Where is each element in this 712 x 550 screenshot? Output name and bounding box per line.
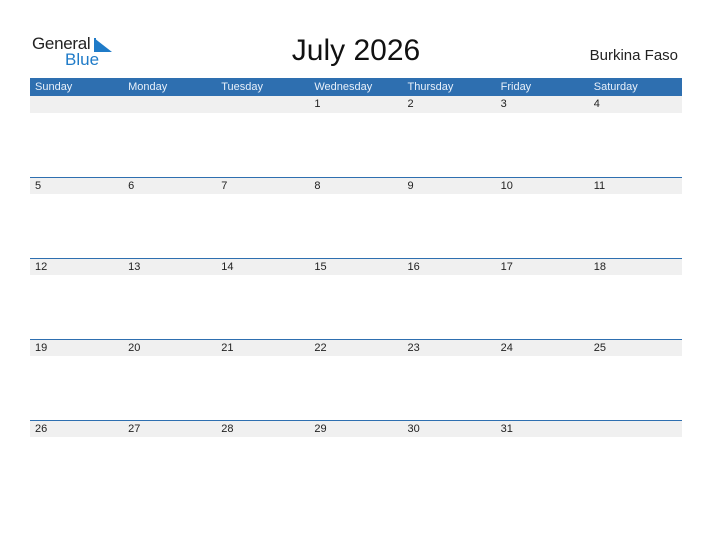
day-cell: 21 bbox=[221, 342, 234, 354]
day-cell: 19 bbox=[35, 342, 48, 354]
day-cell: 16 bbox=[407, 261, 420, 273]
week-row: 1 2 3 4 bbox=[30, 96, 682, 177]
day-cell: 2 bbox=[407, 98, 414, 110]
day-cell: 6 bbox=[128, 180, 135, 192]
day-cell: 30 bbox=[407, 423, 420, 435]
day-cell: 7 bbox=[221, 180, 228, 192]
day-cell: 11 bbox=[593, 180, 606, 192]
day-cell: 17 bbox=[500, 261, 513, 273]
day-cell: 1 bbox=[314, 98, 321, 110]
weekday-tuesday: Tuesday bbox=[221, 81, 264, 93]
day-cell: 31 bbox=[500, 423, 513, 435]
day-cell: 14 bbox=[221, 261, 234, 273]
weekday-thursday: Thursday bbox=[407, 81, 454, 93]
date-strip: 5 6 7 8 9 10 11 bbox=[30, 178, 682, 194]
date-strip: 12 13 14 15 16 17 18 bbox=[30, 259, 682, 275]
day-cell: 23 bbox=[407, 342, 420, 354]
day-cell: 15 bbox=[314, 261, 327, 273]
day-cell bbox=[123, 96, 216, 113]
day-cell: 13 bbox=[128, 261, 141, 273]
day-cell: 27 bbox=[128, 423, 141, 435]
day-cell: 12 bbox=[35, 261, 48, 273]
day-cell: 25 bbox=[593, 342, 606, 354]
weekday-saturday: Saturday bbox=[593, 81, 638, 93]
week-row: 26 27 28 29 30 31 bbox=[30, 420, 682, 501]
calendar-grid: Sunday Monday Tuesday Wednesday Thursday… bbox=[30, 78, 682, 501]
day-cell: 9 bbox=[407, 180, 414, 192]
day-cell bbox=[589, 421, 682, 437]
day-cell: 8 bbox=[314, 180, 321, 192]
weekday-friday: Friday bbox=[500, 81, 532, 93]
weekday-monday: Monday bbox=[128, 81, 168, 93]
week-row: 12 13 14 15 16 17 18 bbox=[30, 258, 682, 339]
day-cell: 10 bbox=[500, 180, 513, 192]
day-cell: 4 bbox=[593, 98, 600, 110]
week-row: 5 6 7 8 9 10 11 bbox=[30, 177, 682, 258]
weekday-sunday: Sunday bbox=[35, 81, 73, 93]
weekday-wednesday: Wednesday bbox=[314, 81, 373, 93]
week-row: 19 20 21 22 23 24 25 bbox=[30, 339, 682, 420]
date-strip: 19 20 21 22 23 24 25 bbox=[30, 340, 682, 356]
date-strip: 26 27 28 29 30 31 bbox=[30, 421, 682, 437]
day-cell: 3 bbox=[500, 98, 507, 110]
day-cell: 18 bbox=[593, 261, 606, 273]
day-cell bbox=[216, 96, 309, 113]
date-strip: 1 2 3 4 bbox=[30, 96, 682, 113]
day-cell: 5 bbox=[35, 180, 42, 192]
day-cell: 20 bbox=[128, 342, 141, 354]
day-cell: 29 bbox=[314, 423, 327, 435]
day-cell: 22 bbox=[314, 342, 327, 354]
day-cell: 28 bbox=[221, 423, 234, 435]
country-name: Burkina Faso bbox=[589, 47, 678, 64]
day-cell: 24 bbox=[500, 342, 513, 354]
day-cell bbox=[30, 96, 123, 113]
day-cell: 26 bbox=[35, 423, 48, 435]
weekday-header: Sunday Monday Tuesday Wednesday Thursday… bbox=[30, 78, 682, 96]
